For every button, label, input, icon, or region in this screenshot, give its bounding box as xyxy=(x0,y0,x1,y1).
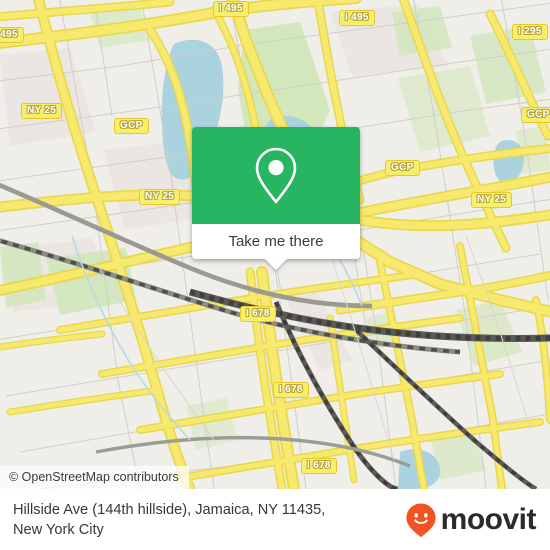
highway-shield: GCP xyxy=(521,107,550,123)
map-pin-icon xyxy=(255,147,297,203)
callout-pointer-tail xyxy=(265,259,287,270)
moovit-wordmark: moovit xyxy=(440,502,537,536)
highway-shield: NY 25 xyxy=(139,189,181,205)
openstreetmap-attribution[interactable]: © OpenStreetMap contributors xyxy=(0,466,189,489)
highway-shield: I 678 xyxy=(301,458,337,474)
moovit-pin-smiley-icon xyxy=(406,503,436,537)
address-block: Hillside Ave (144th hillside), Jamaica, … xyxy=(13,500,325,540)
highway-shield: NY 25 xyxy=(471,192,513,208)
address-line-1: Hillside Ave (144th hillside), Jamaica, … xyxy=(13,501,326,518)
take-me-there-callout[interactable]: Take me there xyxy=(192,127,360,270)
highway-shield: I 295 xyxy=(512,24,548,40)
callout-icon-area xyxy=(192,127,360,224)
highway-shield: I 495 xyxy=(213,1,249,17)
footer-bar: Hillside Ave (144th hillside), Jamaica, … xyxy=(0,489,550,550)
highway-shield: I 495 xyxy=(339,10,375,26)
highway-shield: I 678 xyxy=(273,382,309,398)
moovit-map-screen: I 495 I 495 I 495 I 295 NY 25 NY 25 NY 25 GCP GC… xyxy=(0,0,550,550)
highway-shield: GCP xyxy=(114,118,149,134)
map-canvas[interactable]: I 495 I 495 I 495 I 295 NY 25 NY 25 NY 25 GCP GC… xyxy=(0,0,550,489)
take-me-there-button[interactable]: Take me there xyxy=(192,224,360,259)
address-line-2: New York City xyxy=(13,521,104,538)
highway-shield: NY 25 xyxy=(21,103,63,119)
highway-shield: I 495 xyxy=(0,27,24,43)
highway-shield: GCP xyxy=(385,160,420,176)
moovit-logo[interactable]: moovit xyxy=(404,502,537,538)
highway-shield: I 678 xyxy=(240,306,276,322)
